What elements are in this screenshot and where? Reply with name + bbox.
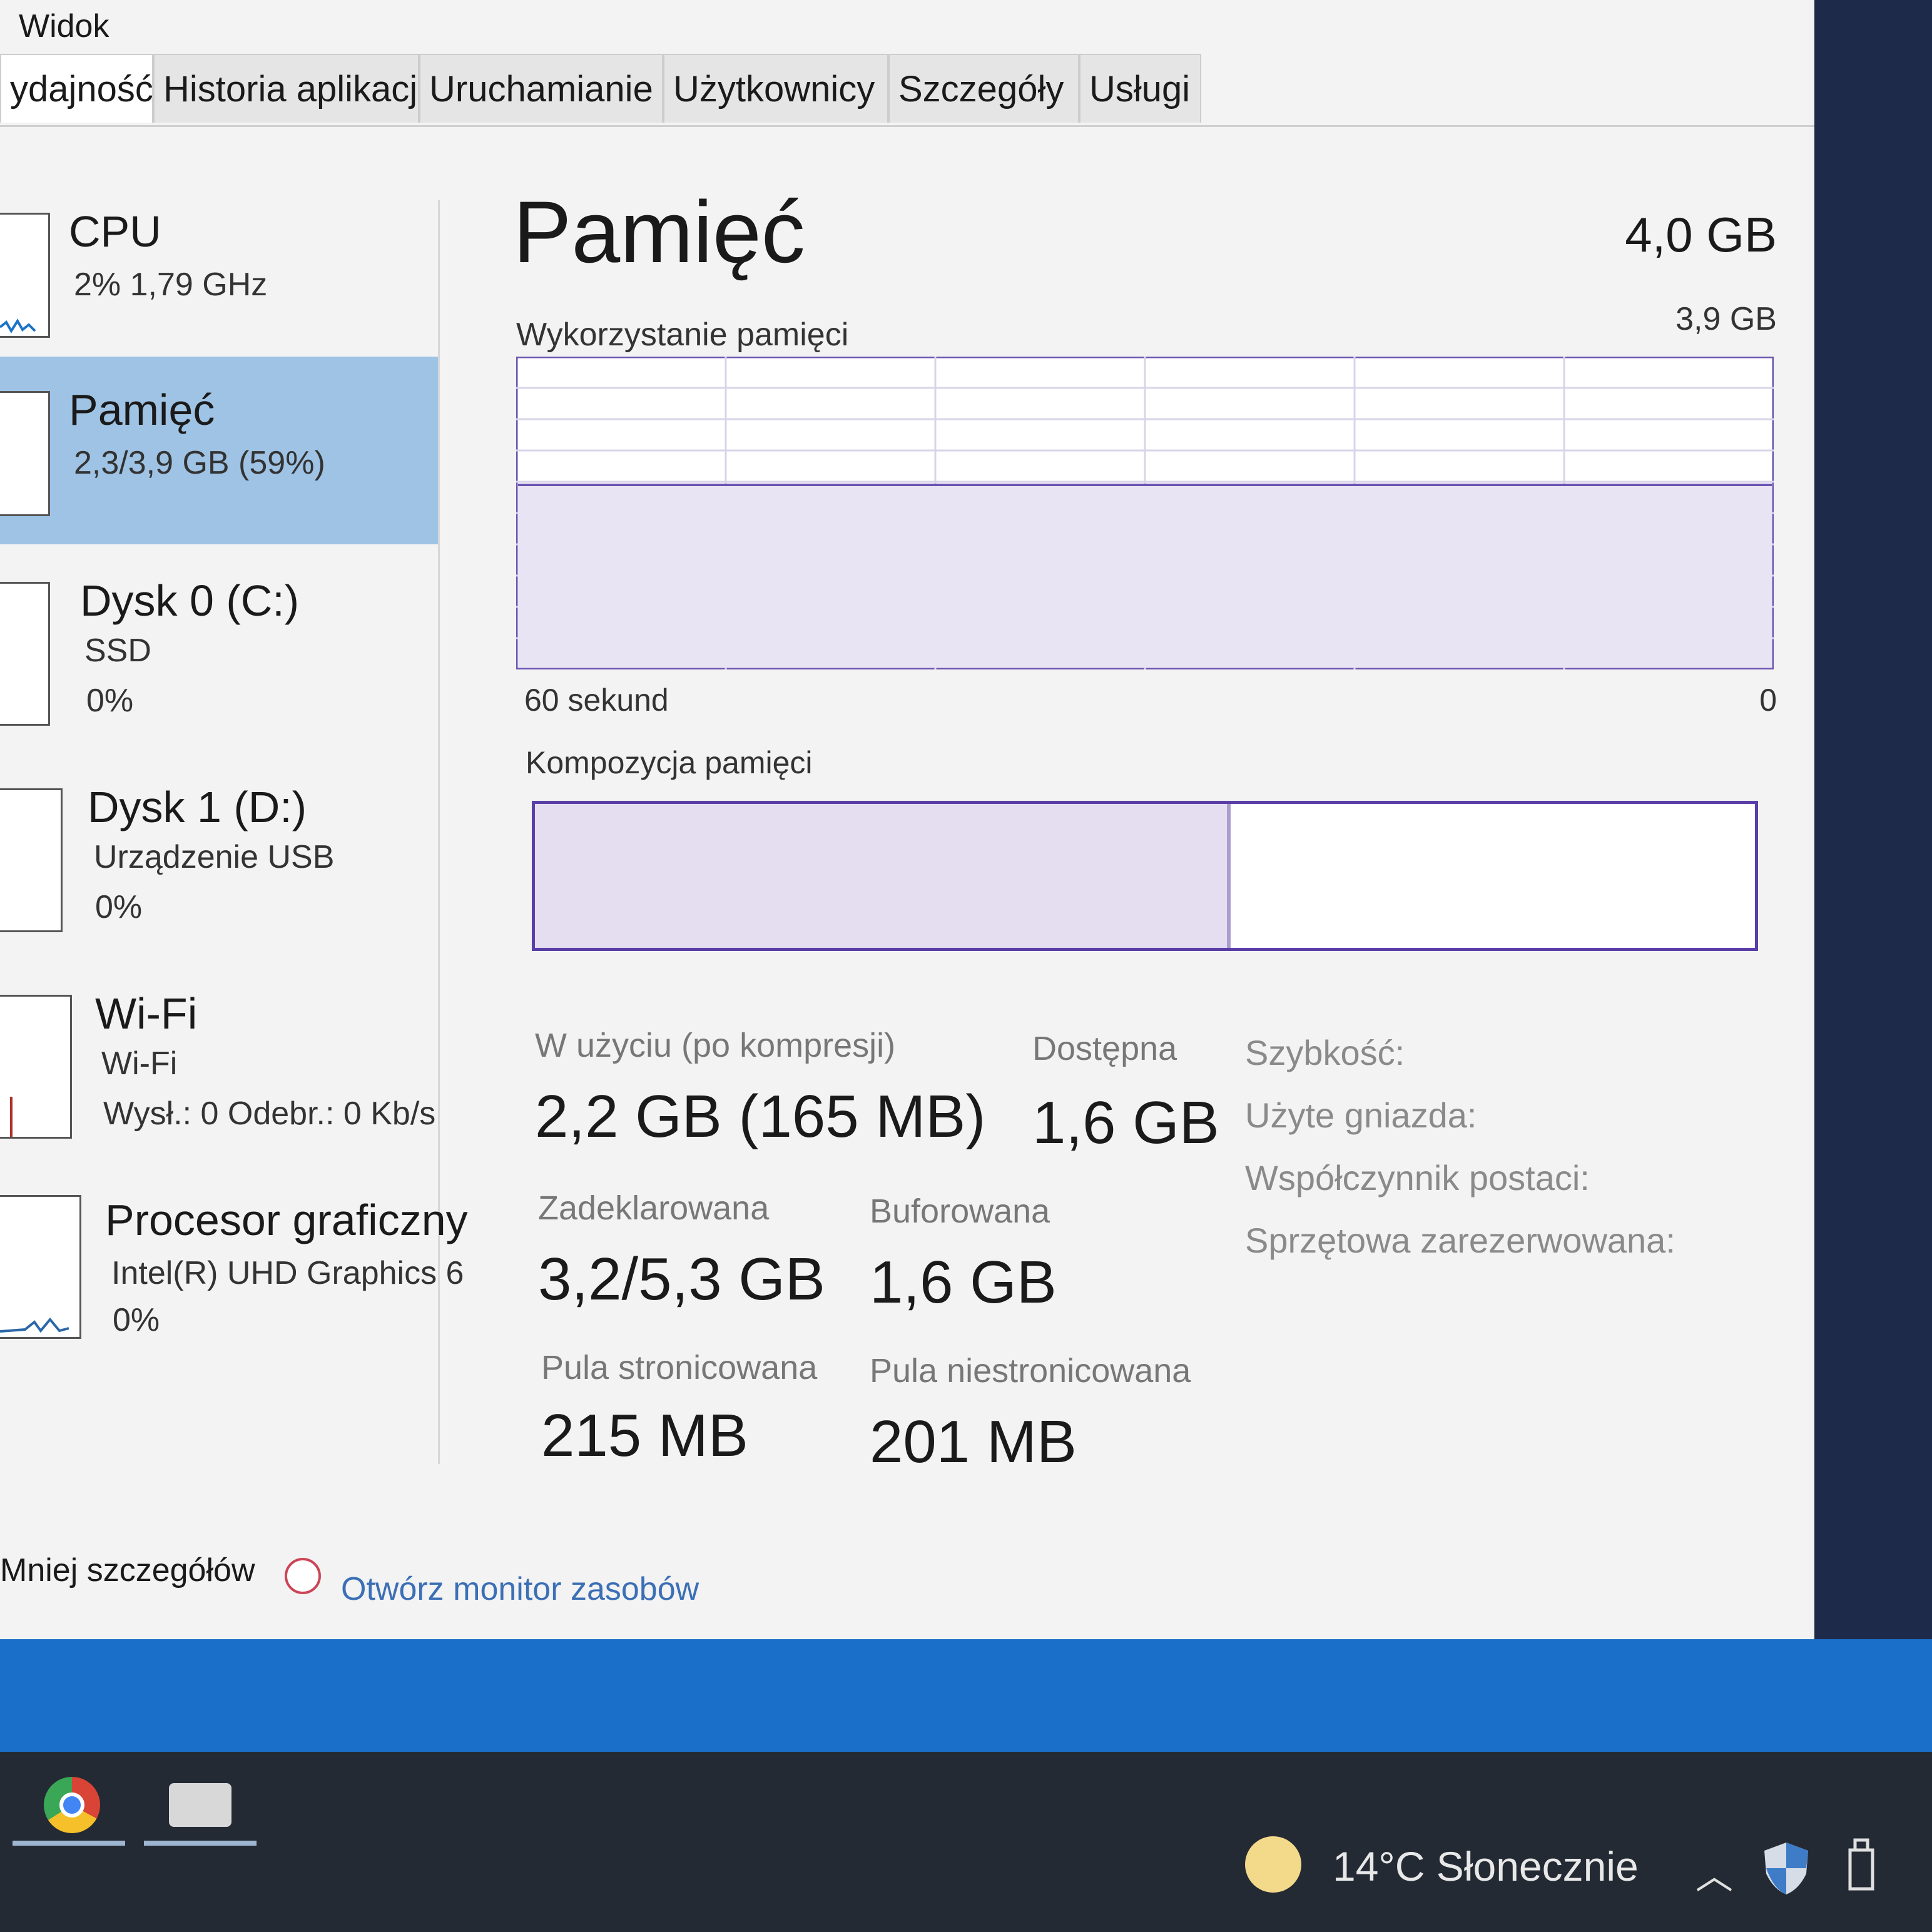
available-value: 1,6 GB xyxy=(1032,1089,1219,1156)
sidebar-item-usage: 0% xyxy=(95,889,143,925)
graph-label: Wykorzystanie pamięci xyxy=(516,317,849,353)
sidebar-item-memory[interactable]: Pamięć 2,3/3,9 GB (59%) xyxy=(0,357,438,544)
taskbar-chrome[interactable] xyxy=(6,1764,131,1846)
sidebar-item-disk-1[interactable]: Dysk 1 (D:) Urządzenie USB 0% xyxy=(0,776,438,963)
weather-widget[interactable]: 14°C Słonecznie xyxy=(1333,1843,1639,1890)
wifi-mini-graph-line xyxy=(10,1097,13,1137)
sidebar-item-title: Procesor graficzny xyxy=(105,1196,468,1244)
sidebar-item-detail: SSD xyxy=(84,633,151,669)
taskbar-task-manager[interactable] xyxy=(138,1764,263,1846)
task-manager-icon xyxy=(169,1783,231,1827)
sidebar-item-detail: Urządzenie USB xyxy=(94,839,335,875)
sidebar-item-title: Dysk 1 (D:) xyxy=(88,783,307,831)
gpu-mini-graph xyxy=(0,1195,81,1339)
committed-label: Zadeklarowana xyxy=(538,1189,770,1227)
speed-label: Szybkość: xyxy=(1245,1033,1405,1072)
nonpaged-pool-label: Pula niestronicowana xyxy=(870,1352,1191,1390)
sidebar-item-usage: 0% xyxy=(113,1302,160,1338)
memory-total: 4,0 GB xyxy=(1625,207,1777,262)
desktop-background xyxy=(0,1639,1932,1752)
sidebar-item-disk-0[interactable]: Dysk 0 (C:) SSD 0% xyxy=(0,569,438,757)
paged-pool-value: 215 MB xyxy=(541,1402,748,1469)
menu-bar: Widok xyxy=(0,0,1814,50)
tab-details[interactable]: Szczegóły xyxy=(888,54,1079,123)
composition-label: Kompozycja pamięci xyxy=(526,745,813,780)
security-shield-icon[interactable] xyxy=(1761,1839,1811,1904)
tab-services[interactable]: Usługi xyxy=(1079,54,1201,123)
paged-pool-label: Pula stronicowana xyxy=(541,1349,818,1386)
cached-value: 1,6 GB xyxy=(870,1249,1057,1316)
chrome-icon xyxy=(44,1777,100,1833)
slots-used-label: Użyte gniazda: xyxy=(1245,1096,1477,1135)
tab-performance[interactable]: ydajność xyxy=(0,54,153,123)
graph-usage-area xyxy=(518,485,1772,668)
shield-icon-shape xyxy=(1764,1843,1808,1894)
taskbar-active-indicator xyxy=(13,1841,125,1846)
available-label: Dostępna xyxy=(1032,1030,1177,1067)
sidebar-item-title: Dysk 0 (C:) xyxy=(80,576,299,625)
usb-icon-shape xyxy=(1848,1838,1874,1891)
disk1-mini-graph xyxy=(0,788,63,932)
memory-composition-bar xyxy=(532,801,1758,951)
nonpaged-pool-value: 201 MB xyxy=(870,1408,1077,1475)
committed-value: 3,2/5,3 GB xyxy=(538,1246,825,1313)
graph-max: 3,9 GB xyxy=(1675,301,1777,337)
tab-strip: ydajność Historia aplikacji Uruchamianie… xyxy=(0,50,1814,127)
fewer-details-link[interactable]: Mniej szczegółów xyxy=(0,1552,255,1589)
memory-usage-graph xyxy=(516,357,1774,669)
sidebar-item-detail: 2% 1,79 GHz xyxy=(74,267,268,303)
tab-users[interactable]: Użytkownicy xyxy=(663,54,888,123)
sidebar-item-title: Wi-Fi xyxy=(95,989,198,1038)
cpu-mini-graph-line xyxy=(0,318,36,333)
tab-app-history[interactable]: Historia aplikacji xyxy=(153,54,419,123)
taskbar-active-indicator xyxy=(144,1841,257,1846)
task-manager-window: Widok ydajność Historia aplikacji Urucha… xyxy=(0,0,1814,1702)
sidebar-item-cpu[interactable]: CPU 2% 1,79 GHz xyxy=(0,200,438,369)
tab-startup[interactable]: Uruchamianie xyxy=(419,54,663,123)
sidebar-item-gpu[interactable]: Procesor graficzny Intel(R) UHD Graphics… xyxy=(0,1182,468,1370)
taskbar xyxy=(0,1752,1932,1932)
resource-monitor-icon[interactable] xyxy=(285,1558,321,1594)
form-factor-label: Współczynnik postaci: xyxy=(1245,1158,1590,1197)
gpu-mini-graph-line xyxy=(0,1317,69,1333)
wifi-mini-graph xyxy=(0,995,72,1139)
open-resource-monitor-link[interactable]: Otwórz monitor zasobów xyxy=(341,1570,699,1608)
hardware-reserved-label: Sprzętowa zarezerwowana: xyxy=(1245,1221,1675,1260)
graph-x-start: 60 sekund xyxy=(524,683,669,718)
usb-device-icon[interactable] xyxy=(1843,1836,1880,1901)
graph-x-end: 0 xyxy=(1759,683,1777,718)
weather-sun-icon[interactable] xyxy=(1245,1836,1301,1893)
cached-label: Buforowana xyxy=(870,1192,1050,1230)
sidebar-item-detail: 2,3/3,9 GB (59%) xyxy=(74,445,325,481)
in-use-label: W użyciu (po kompresji) xyxy=(535,1027,896,1064)
sidebar-item-detail: Intel(R) UHD Graphics 6 xyxy=(111,1255,464,1291)
disk0-mini-graph xyxy=(0,582,50,726)
in-use-value: 2,2 GB (165 MB) xyxy=(535,1083,986,1150)
cpu-mini-graph xyxy=(0,213,50,338)
sidebar-item-wifi[interactable]: Wi-Fi Wi-Fi Wysł.: 0 Odebr.: 0 Kb/s xyxy=(0,982,438,1176)
sidebar-item-detail: Wi-Fi xyxy=(101,1045,178,1082)
memory-mini-graph xyxy=(0,391,50,516)
sidebar-item-title: Pamięć xyxy=(69,385,215,434)
menu-view[interactable]: Widok xyxy=(19,8,109,45)
sidebar-item-usage: 0% xyxy=(86,683,134,719)
chevron-up-icon[interactable]: ︿ xyxy=(1696,1846,1733,1900)
sidebar-item-title: CPU xyxy=(69,207,161,256)
sidebar: CPU 2% 1,79 GHz Pamięć 2,3/3,9 GB (59%) … xyxy=(0,200,468,1502)
composition-in-use xyxy=(535,804,1231,948)
sidebar-item-throughput: Wysł.: 0 Odebr.: 0 Kb/s xyxy=(103,1096,436,1132)
page-title: Pamięć xyxy=(513,183,805,281)
